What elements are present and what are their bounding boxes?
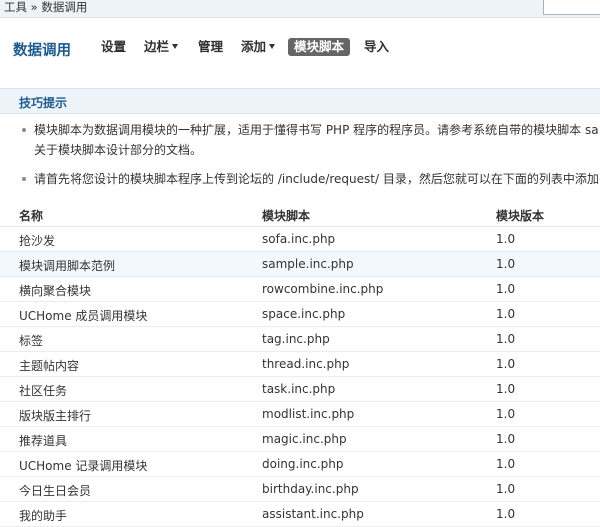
top-bar: 工具 » 数据调用 xyxy=(0,0,600,18)
nav-label: 边栏 xyxy=(144,39,170,54)
nav-label: 模块脚本 xyxy=(294,39,345,54)
row-script: modlist.inc.php xyxy=(262,407,355,421)
column-header-name: 名称 xyxy=(19,209,44,223)
row-script: assistant.inc.php xyxy=(262,507,364,521)
table-row: 模块调用脚本范例 sample.inc.php 1.0 xyxy=(0,252,600,277)
row-version: 1.0 xyxy=(496,282,516,296)
row-name: 今日生日会员 xyxy=(19,484,92,498)
row-name: UCHome 记录调用模块 xyxy=(19,459,148,473)
row-version: 1.0 xyxy=(496,507,516,521)
table-row: 横向聚合模块 rowcombine.inc.php 1.0 xyxy=(0,277,600,302)
table-row: UCHome 成员调用模块 space.inc.php 1.0 xyxy=(0,302,600,327)
row-script: space.inc.php xyxy=(262,307,346,321)
table-row: 今日生日会员 birthday.inc.php 1.0 xyxy=(0,477,600,502)
nav-item-module-scripts[interactable]: 模块脚本 xyxy=(288,38,351,56)
nav-label: 导入 xyxy=(364,39,390,54)
row-name: 标签 xyxy=(19,334,44,348)
row-script: tag.inc.php xyxy=(262,332,330,346)
module-header: 数据调用 设置 边栏 管理 添加 模块脚本 导入 xyxy=(0,18,600,77)
table-row: 标签 tag.inc.php 1.0 xyxy=(0,327,600,352)
row-version: 1.0 xyxy=(496,232,516,246)
row-script: birthday.inc.php xyxy=(262,482,359,496)
nav-label: 管理 xyxy=(198,39,224,54)
row-script: sample.inc.php xyxy=(262,257,354,271)
row-version: 1.0 xyxy=(496,482,516,496)
nav-item-add[interactable]: 添加 xyxy=(241,38,276,56)
row-name: 社区任务 xyxy=(19,384,68,398)
row-version: 1.0 xyxy=(496,357,516,371)
row-name: 模块调用脚本范例 xyxy=(19,259,116,273)
bullet-icon xyxy=(22,128,26,132)
row-name: 主题帖内容 xyxy=(19,359,80,373)
table-row: 抢沙发 sofa.inc.php 1.0 xyxy=(0,227,600,252)
row-script: doing.inc.php xyxy=(262,457,344,471)
chevron-down-icon xyxy=(172,44,179,49)
row-name: 横向聚合模块 xyxy=(19,284,92,298)
table-row: UCHome 记录调用模块 doing.inc.php 1.0 xyxy=(0,452,600,477)
nav-item-settings[interactable]: 设置 xyxy=(101,38,126,56)
nav-item-import[interactable]: 导入 xyxy=(364,38,389,56)
bullet-icon xyxy=(22,177,26,181)
tips-title: 技巧提示 xyxy=(19,96,68,110)
row-script: sofa.inc.php xyxy=(262,232,336,246)
table-header: 名称 模块脚本 模块版本 xyxy=(0,202,600,227)
page-title: 数据调用 xyxy=(13,43,71,59)
row-name: 我的助手 xyxy=(19,509,68,523)
row-script: thread.inc.php xyxy=(262,357,350,371)
top-search-input[interactable] xyxy=(543,0,600,15)
row-script: magic.inc.php xyxy=(262,432,347,446)
tips-header: 技巧提示 xyxy=(0,88,600,114)
row-version: 1.0 xyxy=(496,307,516,321)
row-script: rowcombine.inc.php xyxy=(262,282,384,296)
nav-item-sidebar[interactable]: 边栏 xyxy=(144,38,179,56)
nav-item-manage[interactable]: 管理 xyxy=(198,38,223,56)
row-name: UCHome 成员调用模块 xyxy=(19,309,148,323)
column-header-script: 模块脚本 xyxy=(262,209,311,223)
row-version: 1.0 xyxy=(496,432,516,446)
chevron-down-icon xyxy=(269,44,276,49)
row-version: 1.0 xyxy=(496,382,516,396)
column-header-version: 模块版本 xyxy=(496,209,545,223)
row-name: 版块版主排行 xyxy=(19,409,92,423)
row-script: task.inc.php xyxy=(262,382,336,396)
nav-label: 设置 xyxy=(101,39,127,54)
breadcrumb: 工具 » 数据调用 xyxy=(4,0,88,14)
row-version: 1.0 xyxy=(496,257,516,271)
table-row: 推荐道具 magic.inc.php 1.0 xyxy=(0,427,600,452)
nav-label: 添加 xyxy=(241,39,267,54)
table-row: 我的助手 assistant.inc.php 1.0 xyxy=(0,502,600,527)
table-row: 社区任务 task.inc.php 1.0 xyxy=(0,377,600,402)
tip-text-1: 模块脚本为数据调用模块的一种扩展，适用于懂得书写 PHP 程序的程序员。请参考系… xyxy=(34,123,599,137)
table-row: 主题帖内容 thread.inc.php 1.0 xyxy=(0,352,600,377)
tip-text-2: 请首先将您设计的模块脚本程序上传到论坛的 /include/request/ 目… xyxy=(34,172,599,186)
tip-text-1-cont: 关于模块脚本设计部分的文档。 xyxy=(34,143,203,157)
row-version: 1.0 xyxy=(496,457,516,471)
row-version: 1.0 xyxy=(496,407,516,421)
row-name: 推荐道具 xyxy=(19,434,68,448)
module-script-table: 名称 模块脚本 模块版本 抢沙发 sofa.inc.php 1.0 模块调用脚本… xyxy=(0,202,600,527)
row-name: 抢沙发 xyxy=(19,234,56,248)
row-version: 1.0 xyxy=(496,332,516,346)
table-row: 版块版主排行 modlist.inc.php 1.0 xyxy=(0,402,600,427)
